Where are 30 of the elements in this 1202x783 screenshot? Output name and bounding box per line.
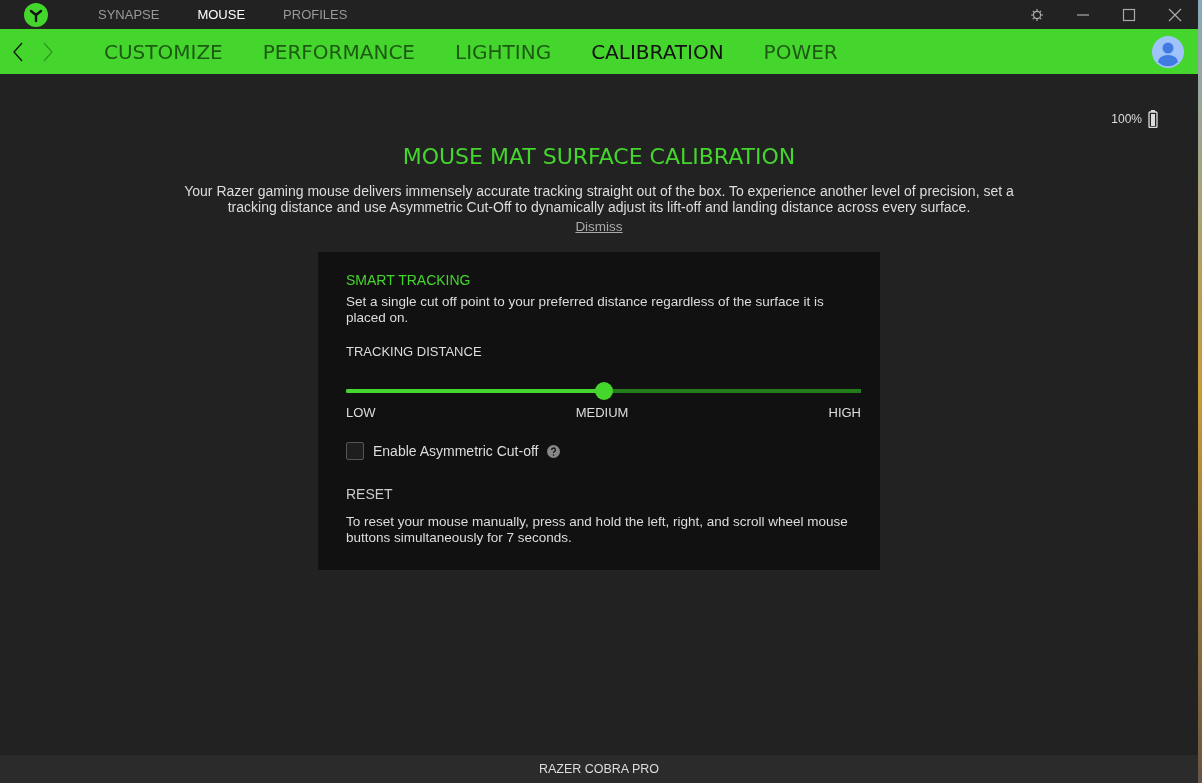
- dismiss-link[interactable]: Dismiss: [575, 219, 623, 234]
- checkbox[interactable]: [346, 442, 364, 460]
- top-tab[interactable]: SYNAPSE: [98, 7, 160, 22]
- reset-instructions: To reset your mouse manually, press and hold the left, right, and scroll wheel mouse buttons simultaneously for 7 seconds.: [346, 514, 849, 546]
- device-name: RAZER COBRA PRO: [538, 762, 660, 776]
- slider-tick-label: LOW: [346, 405, 376, 420]
- logo-icon: [24, 2, 48, 27]
- intro-text: Your Razer gaming mouse delivers immensely accurate tracking straight out of the box. To experience another level of precision, set a tracking distance and use Asymmetric Cut-Off to dynamically adjust its lift-off and landing distance across every surface.: [183, 183, 1015, 215]
- maximize-icon[interactable]: [1122, 7, 1136, 22]
- section-tab[interactable]: CALIBRATION: [591, 39, 724, 64]
- section-tab[interactable]: PERFORMANCE: [262, 39, 415, 64]
- section-description: Set a single cut off point to your preferred distance regardless of the surface it is placed on.: [346, 294, 825, 326]
- battery-reading: 100%: [1111, 112, 1142, 126]
- slider-tick-label: MEDIUM: [575, 405, 629, 420]
- section-tab[interactable]: LIGHTING: [455, 39, 552, 64]
- page-title: MOUSE MAT SURFACE CALIBRATION: [402, 144, 796, 169]
- section-tab[interactable]: POWER: [763, 39, 838, 64]
- top-tab[interactable]: PROFILES: [283, 7, 348, 22]
- section-tab[interactable]: CUSTOMIZE: [104, 39, 223, 64]
- battery-icon: [1148, 110, 1158, 128]
- slider-label: TRACKING DISTANCE: [346, 344, 483, 359]
- settings-icon[interactable]: [1030, 7, 1044, 22]
- checkbox-label: Enable Asymmetric Cut-off: [373, 443, 539, 459]
- close-icon[interactable]: [1168, 7, 1182, 22]
- slider-tick-label: HIGH: [828, 405, 861, 420]
- top-tab[interactable]: MOUSE: [197, 7, 246, 22]
- slider-handle[interactable]: [594, 382, 613, 400]
- section-title: SMART TRACKING: [346, 272, 472, 288]
- help-icon[interactable]: [547, 444, 561, 458]
- reset-title: RESET: [346, 486, 394, 502]
